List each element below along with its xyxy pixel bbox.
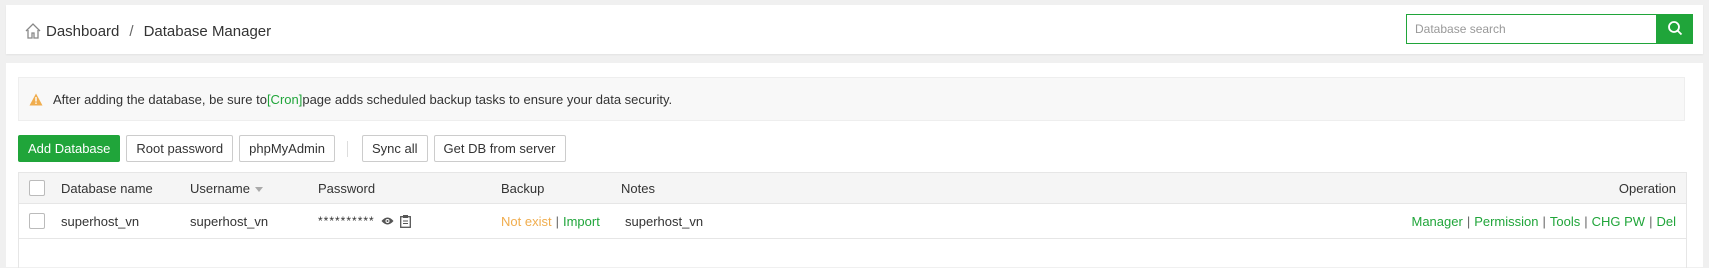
toolbar: Add Database Root password phpMyAdmin Sy…	[18, 135, 572, 162]
toolbar-divider	[347, 140, 348, 157]
notice-text-before: After adding the database, be sure to	[53, 91, 267, 107]
database-table: Database name Username Password Backup N…	[18, 172, 1687, 268]
breadcrumb: Dashboard / Database Manager	[24, 22, 271, 40]
import-link[interactable]: Import	[563, 214, 600, 229]
manager-link[interactable]: Manager	[1412, 214, 1463, 229]
sort-down-icon	[254, 186, 263, 192]
chg-pw-link[interactable]: CHG PW	[1592, 214, 1645, 229]
del-link[interactable]: Del	[1656, 214, 1676, 229]
breadcrumb-current: Database Manager	[143, 22, 272, 40]
root-password-button[interactable]: Root password	[126, 135, 234, 162]
main-panel: After adding the database, be sure to [C…	[6, 63, 1703, 268]
cell-database-name: superhost_vn	[61, 213, 140, 229]
search-button[interactable]	[1656, 14, 1693, 44]
warning-icon	[29, 93, 43, 106]
header-username-label: Username	[190, 180, 250, 196]
copy-icon[interactable]	[399, 214, 411, 228]
notice-text-after: page adds scheduled backup tasks to ensu…	[302, 91, 673, 107]
backup-separator: |	[555, 213, 559, 229]
table-header: Database name Username Password Backup N…	[19, 173, 1686, 204]
header-backup: Backup	[501, 180, 545, 196]
cell-operation: Manager | Permission | Tools | CHG PW | Del	[1412, 214, 1677, 229]
cell-username: superhost_vn	[190, 213, 269, 229]
op-separator: |	[1649, 213, 1653, 229]
password-mask: **********	[318, 214, 375, 228]
search-box	[1406, 14, 1693, 44]
top-header: Dashboard / Database Manager	[6, 5, 1703, 54]
row-checkbox[interactable]	[29, 213, 45, 229]
search-input[interactable]	[1406, 14, 1656, 44]
phpmyadmin-button[interactable]: phpMyAdmin	[239, 135, 335, 162]
add-database-button[interactable]: Add Database	[18, 135, 121, 162]
tools-link[interactable]: Tools	[1550, 214, 1580, 229]
eye-icon[interactable]	[381, 216, 394, 226]
home-icon[interactable]	[24, 22, 42, 40]
permission-link[interactable]: Permission	[1474, 214, 1538, 229]
header-operation: Operation	[1618, 180, 1676, 196]
header-notes: Notes	[621, 180, 655, 196]
breadcrumb-dashboard[interactable]: Dashboard	[46, 23, 119, 40]
backup-status[interactable]: Not exist	[501, 214, 552, 229]
cell-password: **********	[318, 214, 411, 228]
cell-backup: Not exist | Import	[501, 214, 600, 229]
cron-link[interactable]: [Cron]	[267, 92, 302, 107]
table-row: superhost_vn superhost_vn ********** Not…	[19, 204, 1686, 239]
op-separator: |	[1542, 213, 1546, 229]
op-separator: |	[1584, 213, 1588, 229]
get-db-from-server-button[interactable]: Get DB from server	[433, 135, 566, 162]
header-username[interactable]: Username	[190, 181, 263, 196]
op-separator: |	[1466, 213, 1471, 229]
sync-all-button[interactable]: Sync all	[362, 135, 428, 162]
security-notice: After adding the database, be sure to [C…	[18, 77, 1685, 121]
header-password: Password	[318, 180, 376, 196]
select-all-checkbox[interactable]	[29, 180, 45, 196]
cell-notes[interactable]: superhost_vn	[625, 214, 703, 229]
header-database-name: Database name	[61, 180, 153, 196]
breadcrumb-separator: /	[129, 22, 134, 40]
search-icon	[1667, 20, 1683, 39]
